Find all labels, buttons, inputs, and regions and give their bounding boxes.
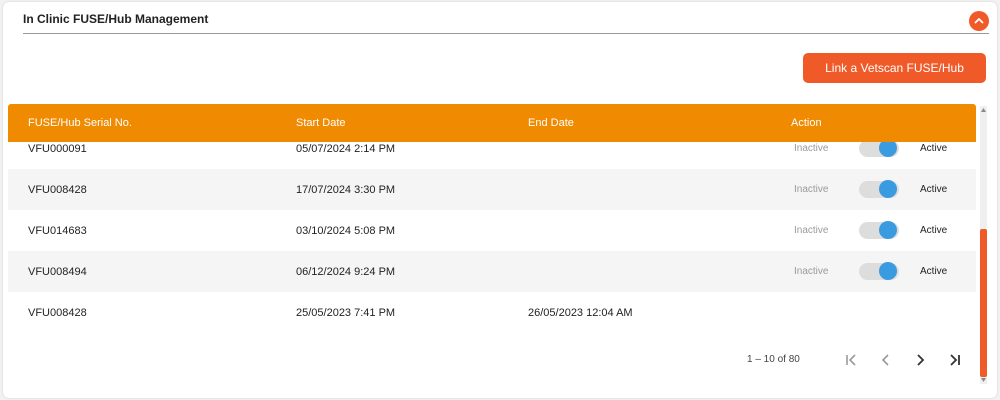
inactive-label: Inactive [794,225,829,236]
table-row: VFU008428 17/07/2024 3:30 PM Inactive Ac… [8,169,976,210]
toggle-knob [879,262,897,280]
column-header-start-date[interactable]: Start Date [296,117,346,129]
serial-cell: VFU008428 [28,307,87,319]
collapse-button[interactable] [969,11,989,31]
inactive-label: Inactive [794,184,829,195]
last-page-button[interactable] [944,350,964,370]
first-page-icon [846,354,856,366]
serial-cell: VFU000091 [28,143,87,155]
section-header: In Clinic FUSE/Hub Management [23,2,989,34]
column-header-serial[interactable]: FUSE/Hub Serial No. [28,117,132,129]
column-header-end-date[interactable]: End Date [528,117,574,129]
chevron-right-icon [917,354,925,366]
pagination-range: 1 – 10 of 80 [747,354,800,365]
serial-cell: VFU008428 [28,184,87,196]
next-page-button[interactable] [910,350,930,370]
section-title: In Clinic FUSE/Hub Management [23,12,209,26]
link-fuse-hub-button[interactable]: Link a Vetscan FUSE/Hub [803,53,986,83]
chevron-left-icon [881,354,889,366]
active-label: Active [920,184,948,195]
toggle-knob [879,180,897,198]
scroll-up-icon[interactable] [980,106,987,114]
start-date-cell: 03/10/2024 5:08 PM [296,225,396,237]
status-toggle[interactable] [859,139,899,157]
active-label: Active [920,225,948,236]
active-label: Active [920,143,948,154]
first-page-button[interactable] [842,350,862,370]
last-page-icon [950,354,960,366]
inactive-label: Inactive [794,266,829,277]
table-row: VFU008428 25/05/2023 7:41 PM 26/05/2023 … [8,292,976,333]
start-date-cell: 05/07/2024 2:14 PM [296,143,396,155]
chevron-up-icon [974,18,984,24]
active-label: Active [920,266,948,277]
end-date-cell: 26/05/2023 12:04 AM [528,307,633,319]
previous-page-button[interactable] [876,350,896,370]
status-toggle[interactable] [859,262,899,280]
table-body: VFU000091 05/07/2024 2:14 PM Inactive Ac… [8,128,976,333]
hub-table: VFU000091 05/07/2024 2:14 PM Inactive Ac… [8,104,976,336]
serial-cell: VFU014683 [28,225,87,237]
inactive-label: Inactive [794,143,829,154]
table-header: FUSE/Hub Serial No. Start Date End Date … [8,104,976,142]
status-toggle[interactable] [859,180,899,198]
start-date-cell: 25/05/2023 7:41 PM [296,307,396,319]
start-date-cell: 06/12/2024 9:24 PM [296,266,396,278]
scrollbar-thumb[interactable] [980,229,987,377]
scroll-down-icon[interactable] [980,376,987,384]
column-header-action: Action [791,117,822,129]
table-row: VFU014683 03/10/2024 5:08 PM Inactive Ac… [8,210,976,251]
status-toggle[interactable] [859,221,899,239]
serial-cell: VFU008494 [28,266,87,278]
table-row: VFU008494 06/12/2024 9:24 PM Inactive Ac… [8,251,976,292]
toggle-knob [879,221,897,239]
start-date-cell: 17/07/2024 3:30 PM [296,184,396,196]
